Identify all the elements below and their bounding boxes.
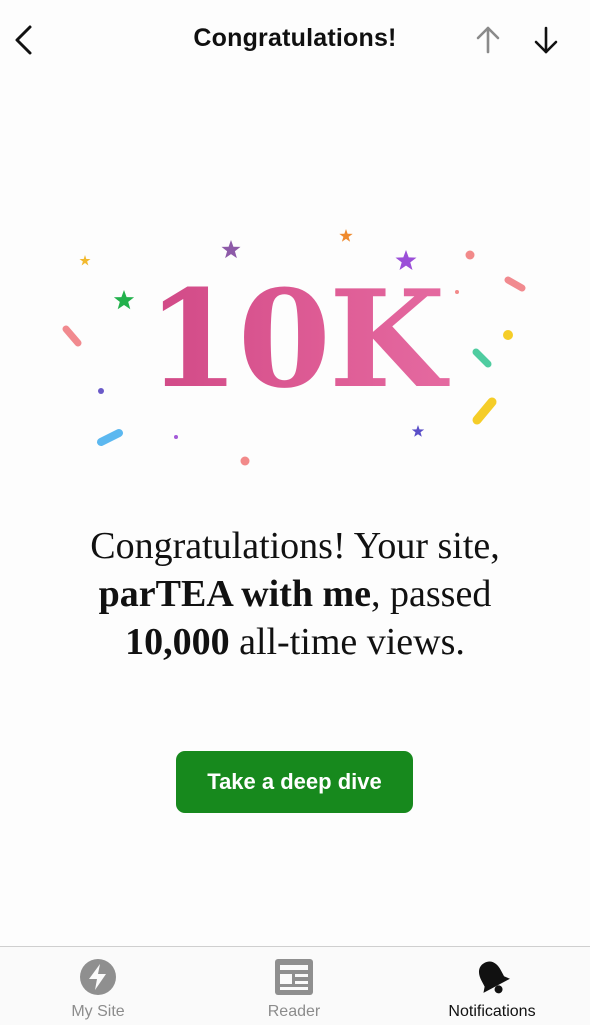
arrow-down-icon xyxy=(534,26,558,54)
confetti-star xyxy=(79,255,91,266)
next-notification-button[interactable] xyxy=(528,22,564,58)
previous-notification-button[interactable] xyxy=(470,22,506,58)
tab-label: Notifications xyxy=(448,1003,536,1020)
tab-my-site[interactable]: My Site xyxy=(18,947,178,1025)
bell-icon xyxy=(479,961,510,994)
confetti-dot xyxy=(465,250,475,260)
message-text: Congratulations! Your site, xyxy=(90,525,500,567)
tab-reader[interactable]: Reader xyxy=(214,947,374,1025)
milestone-message: Congratulations! Your site, parTEA with … xyxy=(70,522,520,666)
view-count: 10,000 xyxy=(125,621,230,663)
arrow-up-icon xyxy=(476,26,500,54)
confetti-sprinkle xyxy=(97,429,123,446)
confetti-dot xyxy=(174,435,178,439)
milestone-headline: 10K xyxy=(0,272,590,406)
tab-notifications[interactable]: Notifications xyxy=(412,947,572,1025)
reader-icon xyxy=(275,959,313,995)
bottom-tab-bar: My Site Reader Notifications xyxy=(0,946,590,1025)
message-text: , passed xyxy=(371,573,492,615)
confetti-dot xyxy=(240,456,250,466)
site-name: parTEA with me xyxy=(98,573,372,615)
confetti-star xyxy=(221,240,241,259)
confetti-star xyxy=(339,229,353,242)
wordpress-bolt-icon xyxy=(80,959,116,995)
confetti-star xyxy=(411,425,425,437)
top-navigation-bar: Congratulations! xyxy=(0,0,590,80)
tab-label: My Site xyxy=(71,1003,125,1020)
take-a-deep-dive-button[interactable]: Take a deep dive xyxy=(176,751,413,813)
message-text: all-time views. xyxy=(229,621,465,663)
tab-label: Reader xyxy=(267,1003,321,1020)
